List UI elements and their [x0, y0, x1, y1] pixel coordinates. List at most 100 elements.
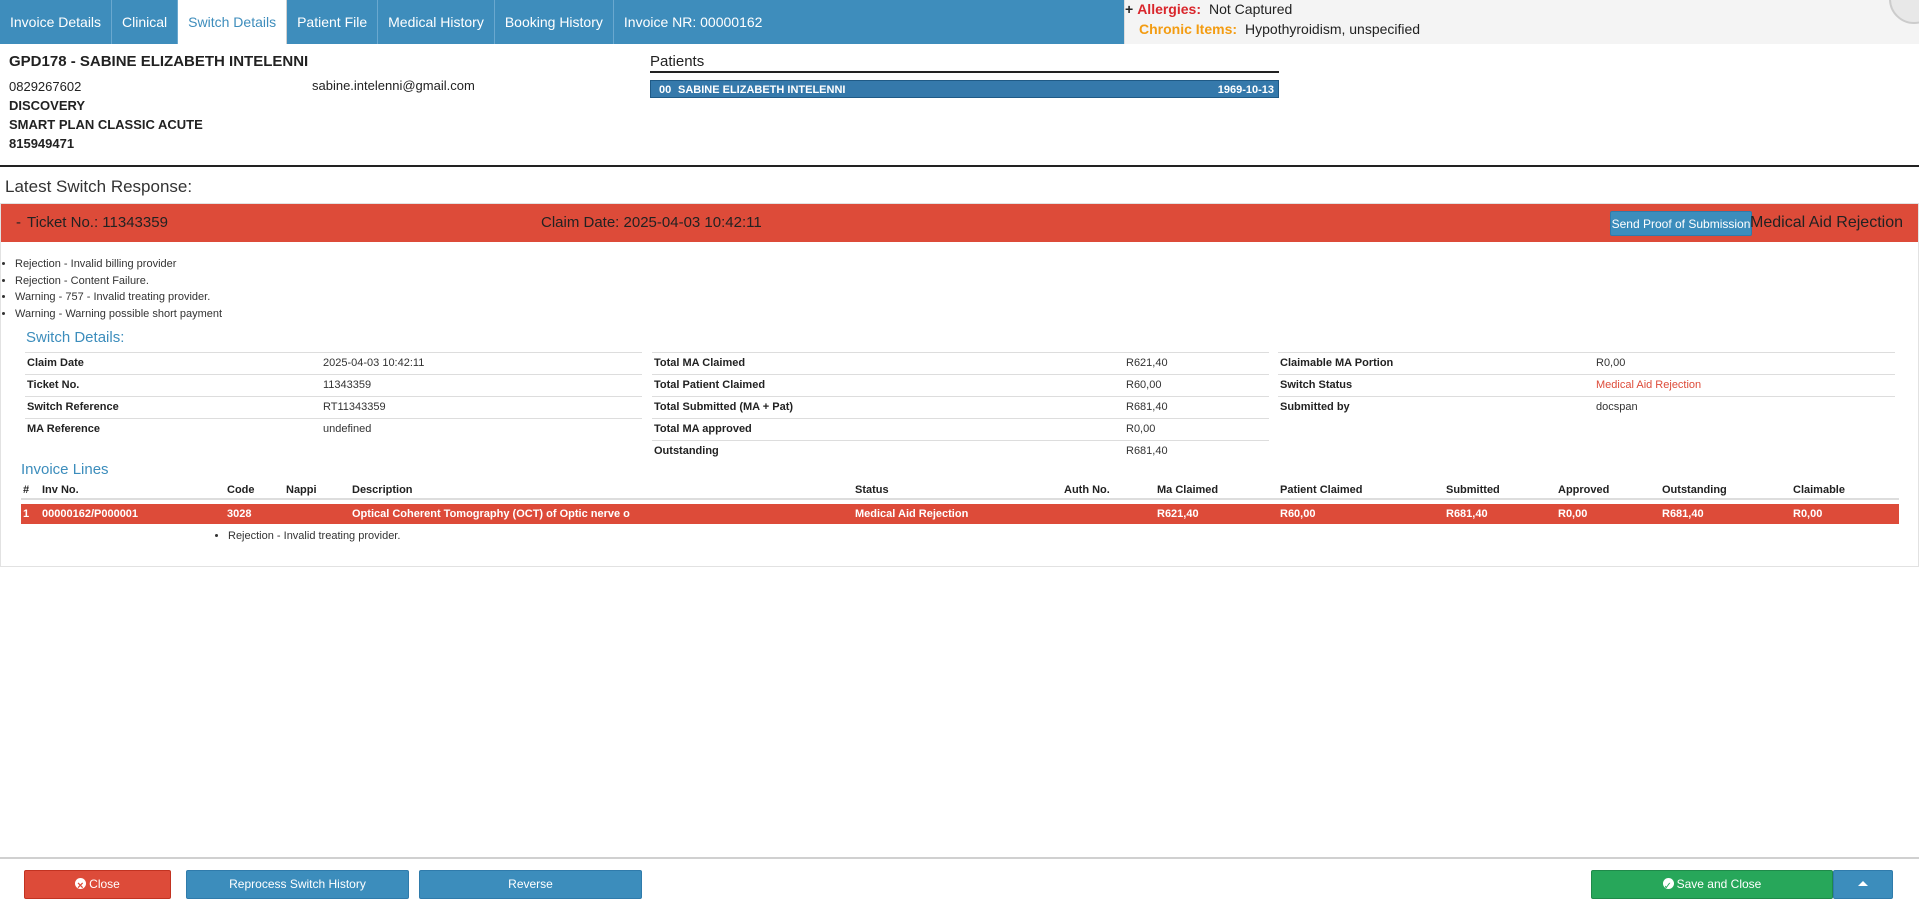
detail-row: Claimable MA Portion R0,00 [1278, 352, 1895, 374]
detail-key: Ticket No. [27, 379, 80, 391]
cell-approved: R0,00 [1558, 508, 1588, 520]
invoice-line-messages: Rejection - Invalid treating provider. [228, 530, 400, 542]
tab-patient-file[interactable]: Patient File [287, 0, 379, 44]
col-header-number: # [23, 484, 30, 496]
detail-row: Total Patient Claimed R60,00 [652, 374, 1269, 396]
col-header-submitted: Submitted [1446, 484, 1500, 496]
detail-key: Claim Date [27, 357, 84, 369]
detail-value: R621,40 [1126, 357, 1168, 369]
claim-date: Claim Date: 2025-04-03 10:42:11 [541, 214, 762, 231]
response-message: Warning - Warning possible short payment [15, 308, 222, 325]
col-header-claimable: Claimable [1793, 484, 1845, 496]
tab-invoice-details[interactable]: Invoice Details [0, 0, 113, 44]
col-header-description: Description [352, 484, 413, 496]
allergies-line: + Allergies: Not Captured [1125, 1, 1292, 17]
col-header-status: Status [855, 484, 889, 496]
allergies-label: Allergies: [1137, 1, 1201, 17]
cell-outstanding: R681,40 [1662, 508, 1704, 520]
save-and-close-button[interactable]: Save and Close [1591, 870, 1833, 900]
col-header-inv-no: Inv No. [42, 484, 79, 496]
collapse-toggle[interactable]: - [16, 204, 21, 242]
detail-row: Outstanding R681,40 [652, 440, 1269, 462]
close-circle-icon [75, 873, 87, 900]
switch-details-col2: Total MA Claimed R621,40 Total Patient Cl… [652, 352, 1269, 462]
allergies-value: Not Captured [1209, 1, 1293, 17]
tab-switch-details[interactable]: Switch Details [178, 0, 288, 44]
col-header-nappi: Nappi [286, 484, 317, 496]
cell-claimable: R0,00 [1793, 508, 1823, 520]
response-messages: Rejection - Invalid billing provider Rej… [15, 258, 222, 324]
cell-ma-claimed: R621,40 [1157, 508, 1199, 520]
detail-key: Total Patient Claimed [654, 379, 766, 391]
detail-key: Claimable MA Portion [1280, 357, 1394, 369]
latest-switch-response-title: Latest Switch Response: [5, 177, 193, 196]
cell-submitted: R681,40 [1446, 508, 1488, 520]
detail-row: Switch Reference RT11343359 [25, 396, 642, 418]
patients-panel-title: Patients [650, 53, 1279, 73]
clinical-alerts-box: + Allergies: Not Captured Chronic Items: Hy… [1124, 0, 1919, 44]
detail-row: Total Submitted (MA + Pat) R681,40 [652, 396, 1269, 418]
detail-value: 11343359 [323, 379, 372, 391]
cell-patient-claimed: R60,00 [1280, 508, 1316, 520]
response-header: - Ticket No.: 11343359 Claim Date: 2025-… [1, 204, 1918, 242]
switch-details-col3: Claimable MA Portion R0,00 Switch Status M… [1278, 352, 1895, 418]
patient-row-name: SABINE ELIZABETH INTELENNI [678, 84, 846, 96]
close-button[interactable]: Close [24, 870, 171, 900]
detail-row: Claim Date 2025-04-03 10:42:11 [25, 352, 642, 374]
detail-row: Total MA Claimed R621,40 [652, 352, 1269, 374]
invoice-lines-title: Invoice Lines [21, 461, 109, 478]
detail-key: Submitted by [1280, 401, 1350, 413]
response-message: Rejection - Content Failure. [15, 275, 222, 292]
switch-response-panel: - Ticket No.: 11343359 Claim Date: 2025-… [0, 203, 1919, 567]
tab-booking-history[interactable]: Booking History [495, 0, 614, 44]
chronic-items-value: Hypothyroidism, unspecified [1245, 21, 1421, 37]
cell-code: 3028 [227, 508, 252, 520]
col-header-code: Code [227, 484, 255, 496]
medical-aid-plan: SMART PLAN CLASSIC ACUTE [9, 117, 203, 132]
response-message: Warning - 757 - Invalid treating provide… [15, 291, 222, 308]
more-actions-dropdown-button[interactable] [1833, 870, 1893, 899]
switch-status-value: Medical Aid Rejection [1596, 379, 1702, 391]
tab-medical-history[interactable]: Medical History [378, 0, 495, 44]
reverse-button[interactable]: Reverse [419, 870, 642, 899]
tab-clinical[interactable]: Clinical [112, 0, 179, 44]
section-divider [0, 165, 1919, 167]
invoice-line-message: Rejection - Invalid treating provider. [228, 530, 400, 542]
save-and-close-label: Save and Close [1676, 877, 1762, 891]
invoice-lines-header: # Inv No. Code Nappi Description Status … [21, 480, 1899, 500]
send-proof-of-submission-button[interactable]: Send Proof of Submission [1610, 211, 1752, 236]
corner-circle-icon [1889, 0, 1919, 24]
cell-number: 1 [23, 508, 30, 520]
detail-key: Total MA approved [654, 423, 752, 435]
detail-value: undefined [323, 423, 372, 435]
expand-alerts-toggle[interactable]: + [1125, 1, 1133, 17]
cell-description: Optical Coherent Tomography (OCT) of Opt… [352, 508, 630, 520]
invoice-line-row[interactable]: 1 00000162/P000001 3028 Optical Coherent… [21, 504, 1899, 524]
reprocess-switch-history-button[interactable]: Reprocess Switch History [186, 870, 409, 899]
patient-email: sabine.intelenni@gmail.com [312, 78, 475, 93]
col-header-outstanding: Outstanding [1662, 484, 1727, 496]
detail-value: R681,40 [1126, 401, 1168, 413]
detail-row: Switch Status Medical Aid Rejection [1278, 374, 1895, 396]
patient-phone: 0829267602 [9, 79, 82, 94]
chronic-items-label: Chronic Items: [1139, 21, 1238, 37]
detail-key: MA Reference [27, 423, 100, 435]
tab-list: Invoice Details Clinical Switch Details … [0, 0, 772, 44]
detail-key: Switch Reference [27, 401, 119, 413]
detail-row: Total MA approved R0,00 [652, 418, 1269, 440]
detail-key: Switch Status [1280, 379, 1353, 391]
medical-aid-name: DISCOVERY [9, 98, 86, 113]
response-message: Rejection - Invalid billing provider [15, 258, 222, 275]
check-circle-icon [1662, 873, 1674, 900]
detail-value: R681,40 [1126, 445, 1168, 457]
patient-row-dob: 1969-10-13 [1217, 84, 1274, 96]
detail-row: MA Reference undefined [25, 418, 642, 440]
patient-row[interactable]: 00 SABINE ELIZABETH INTELENNI 1969-10-13 [650, 80, 1279, 98]
switch-details-title: Switch Details: [26, 329, 125, 346]
response-status: Medical Aid Rejection [1750, 214, 1903, 231]
footer-divider [0, 857, 1919, 859]
detail-value: 2025-04-03 10:42:11 [323, 357, 425, 369]
switch-details-col1: Claim Date 2025-04-03 10:42:11 Ticket No.… [25, 352, 642, 440]
cell-status: Medical Aid Rejection [855, 508, 969, 520]
close-button-label: Close [89, 877, 120, 891]
